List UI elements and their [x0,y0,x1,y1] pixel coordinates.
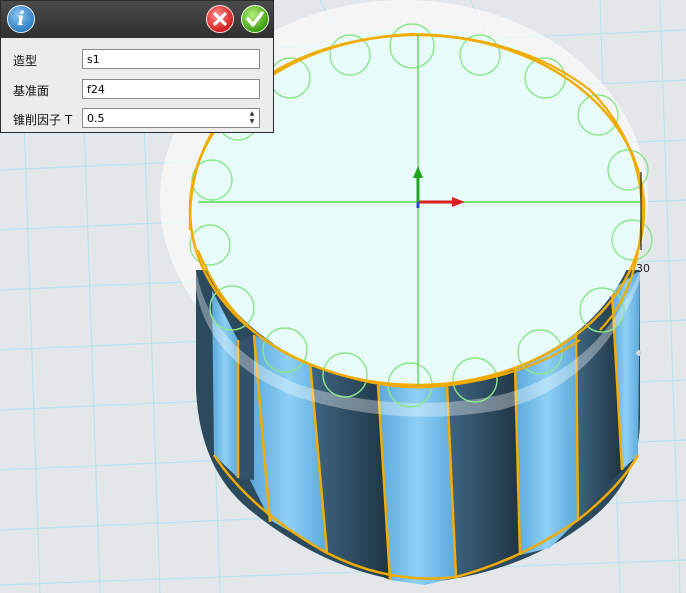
base-plane-input[interactable]: f24 [82,79,260,99]
feature-panel: i 造型 s1 基准面 f24 锥削因子 T 0.5 ▲ ▼ [0,0,274,133]
base-plane-label: 基准面 [13,84,50,98]
spin-arrows-icon[interactable]: ▲ ▼ [247,110,257,126]
info-icon[interactable]: i [7,5,35,33]
taper-factor-label: 锥削因子 T [13,113,73,127]
base-plane-row: 基准面 f24 [1,79,273,101]
check-icon[interactable] [241,5,269,33]
panel-header: i [1,1,273,38]
dimension-label: 30 [636,262,650,275]
shape-input[interactable]: s1 [82,49,260,69]
taper-factor-input[interactable]: 0.5 ▲ ▼ [82,108,260,128]
shape-label: 造型 [13,54,38,68]
taper-factor-value: 0.5 [87,112,105,125]
shape-row: 造型 s1 [1,49,273,71]
taper-factor-row: 锥削因子 T 0.5 ▲ ▼ [1,108,273,130]
close-icon[interactable] [206,5,234,33]
